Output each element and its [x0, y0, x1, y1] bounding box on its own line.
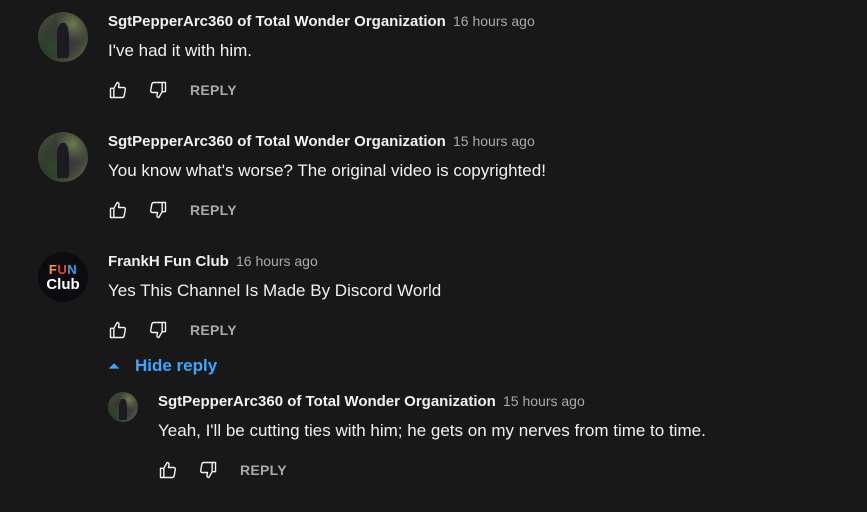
avatar[interactable] — [38, 12, 88, 62]
thumbs-up-icon[interactable] — [108, 80, 128, 100]
chevron-up-icon — [108, 363, 120, 369]
comment-text: Yes This Channel Is Made By Discord Worl… — [108, 281, 442, 300]
thumbs-down-icon[interactable] — [148, 320, 168, 340]
hide-replies-button[interactable]: Hide reply — [106, 356, 217, 376]
comment-text: Yeah, I'll be cutting ties with him; he … — [158, 421, 706, 440]
reply-button[interactable]: REPLY — [190, 202, 237, 218]
thumbs-down-icon[interactable] — [148, 80, 168, 100]
comment-text: You know what's worse? The original vide… — [108, 161, 546, 180]
reply-button[interactable]: REPLY — [190, 82, 237, 98]
avatar[interactable] — [108, 392, 138, 422]
comment-actions: REPLY — [158, 459, 287, 481]
thumbs-down-icon[interactable] — [198, 460, 218, 480]
comment-actions: REPLY — [108, 79, 237, 101]
comment-time[interactable]: 16 hours ago — [236, 253, 318, 269]
comment-header: SgtPepperArc360 of Total Wonder Organiza… — [108, 133, 535, 150]
comment-time[interactable]: 16 hours ago — [453, 13, 535, 29]
comment-header: SgtPepperArc360 of Total Wonder Organiza… — [108, 13, 535, 30]
comment-time[interactable]: 15 hours ago — [453, 133, 535, 149]
comment-time[interactable]: 15 hours ago — [503, 393, 585, 409]
comment-author[interactable]: SgtPepperArc360 of Total Wonder Organiza… — [158, 393, 496, 410]
hide-replies-label: Hide reply — [135, 356, 218, 375]
avatar[interactable] — [38, 132, 88, 182]
avatar[interactable]: FUN Club — [38, 252, 88, 302]
comment-author[interactable]: FrankH Fun Club — [108, 253, 229, 270]
reply-button[interactable]: REPLY — [240, 462, 287, 478]
comment-text: I've had it with him. — [108, 41, 253, 60]
comment-actions: REPLY — [108, 199, 237, 221]
avatar-logo-text: FUN — [48, 261, 78, 277]
thumbs-up-icon[interactable] — [158, 460, 178, 480]
thumbs-up-icon[interactable] — [108, 320, 128, 340]
thumbs-down-icon[interactable] — [148, 200, 168, 220]
comment-author[interactable]: SgtPepperArc360 of Total Wonder Organiza… — [108, 133, 446, 150]
avatar-logo-club: Club — [46, 275, 80, 293]
thumbs-up-icon[interactable] — [108, 200, 128, 220]
reply-button[interactable]: REPLY — [190, 322, 237, 338]
comment-author[interactable]: SgtPepperArc360 of Total Wonder Organiza… — [108, 13, 446, 30]
comment-header: FrankH Fun Club 16 hours ago — [108, 253, 318, 270]
comment-actions: REPLY — [108, 319, 237, 341]
comment-header: SgtPepperArc360 of Total Wonder Organiza… — [158, 393, 585, 410]
